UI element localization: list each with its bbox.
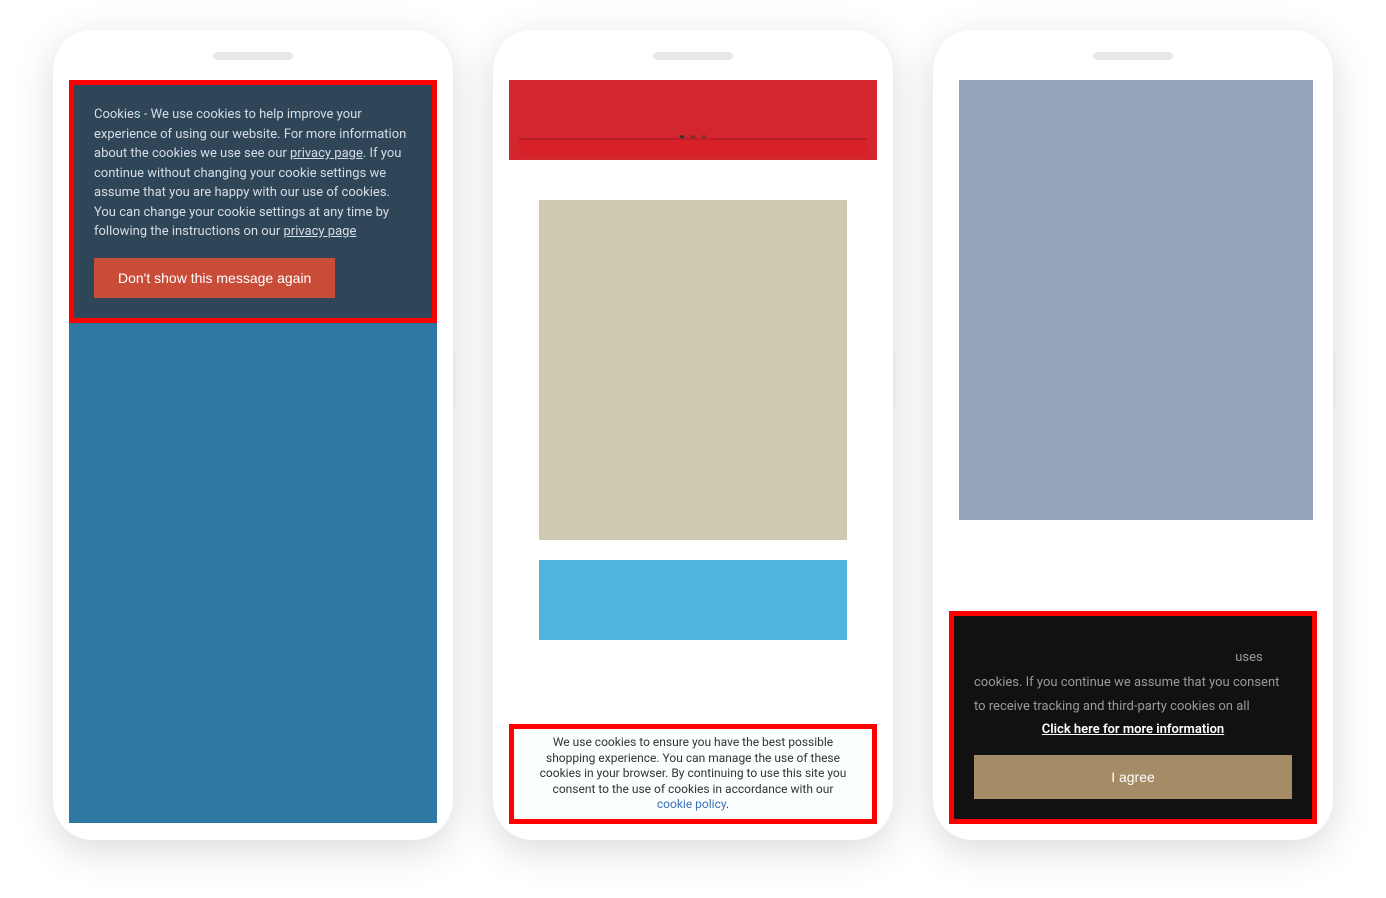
- more-information-link[interactable]: Click here for more information: [974, 722, 1292, 737]
- cookie-text-suffix: .: [726, 797, 729, 811]
- header-strip: [519, 138, 867, 156]
- phone-mockup-1: Cookies - We use cookies to help improve…: [53, 30, 453, 840]
- agree-button[interactable]: I agree: [974, 755, 1292, 799]
- cookie-banner-3: xxxxxxxxxxxxxxxxxxxxxxxxxxxxxxxxxxxxxxxx…: [949, 611, 1317, 824]
- cookie-text-segment: uses cookies. If you continue we assume …: [974, 650, 1279, 714]
- cookie-banner-text: We use cookies to ensure you have the be…: [540, 735, 847, 796]
- cookie-policy-link[interactable]: cookie policy: [657, 797, 726, 811]
- page-content-placeholder: [959, 80, 1313, 520]
- privacy-page-link-2[interactable]: privacy page: [283, 224, 356, 239]
- phone-mockup-2: We use cookies to ensure you have the be…: [493, 30, 893, 840]
- page-content-placeholder: [69, 323, 437, 823]
- phone-screen-2: We use cookies to ensure you have the be…: [509, 80, 877, 824]
- site-header: [509, 80, 877, 160]
- privacy-page-link-1[interactable]: privacy page: [290, 146, 363, 161]
- content-block-1: [539, 200, 847, 540]
- phone-screen-1: Cookies - We use cookies to help improve…: [69, 80, 437, 824]
- dismiss-cookie-button[interactable]: Don't show this message again: [94, 258, 335, 298]
- cookie-banner-text: Cookies - We use cookies to help improve…: [94, 105, 412, 242]
- cookie-banner-text: xxxxxxxxxxxxxxxxxxxxxxxxxxxxxxxxxxxxxxxx…: [974, 646, 1292, 720]
- cookie-banner-2: We use cookies to ensure you have the be…: [509, 724, 877, 824]
- cookie-banner-1: Cookies - We use cookies to help improve…: [69, 80, 437, 323]
- phone-mockup-3: xxxxxxxxxxxxxxxxxxxxxxxxxxxxxxxxxxxxxxxx…: [933, 30, 1333, 840]
- phone-screen-3: xxxxxxxxxxxxxxxxxxxxxxxxxxxxxxxxxxxxxxxx…: [949, 80, 1317, 824]
- content-block-2: [539, 560, 847, 640]
